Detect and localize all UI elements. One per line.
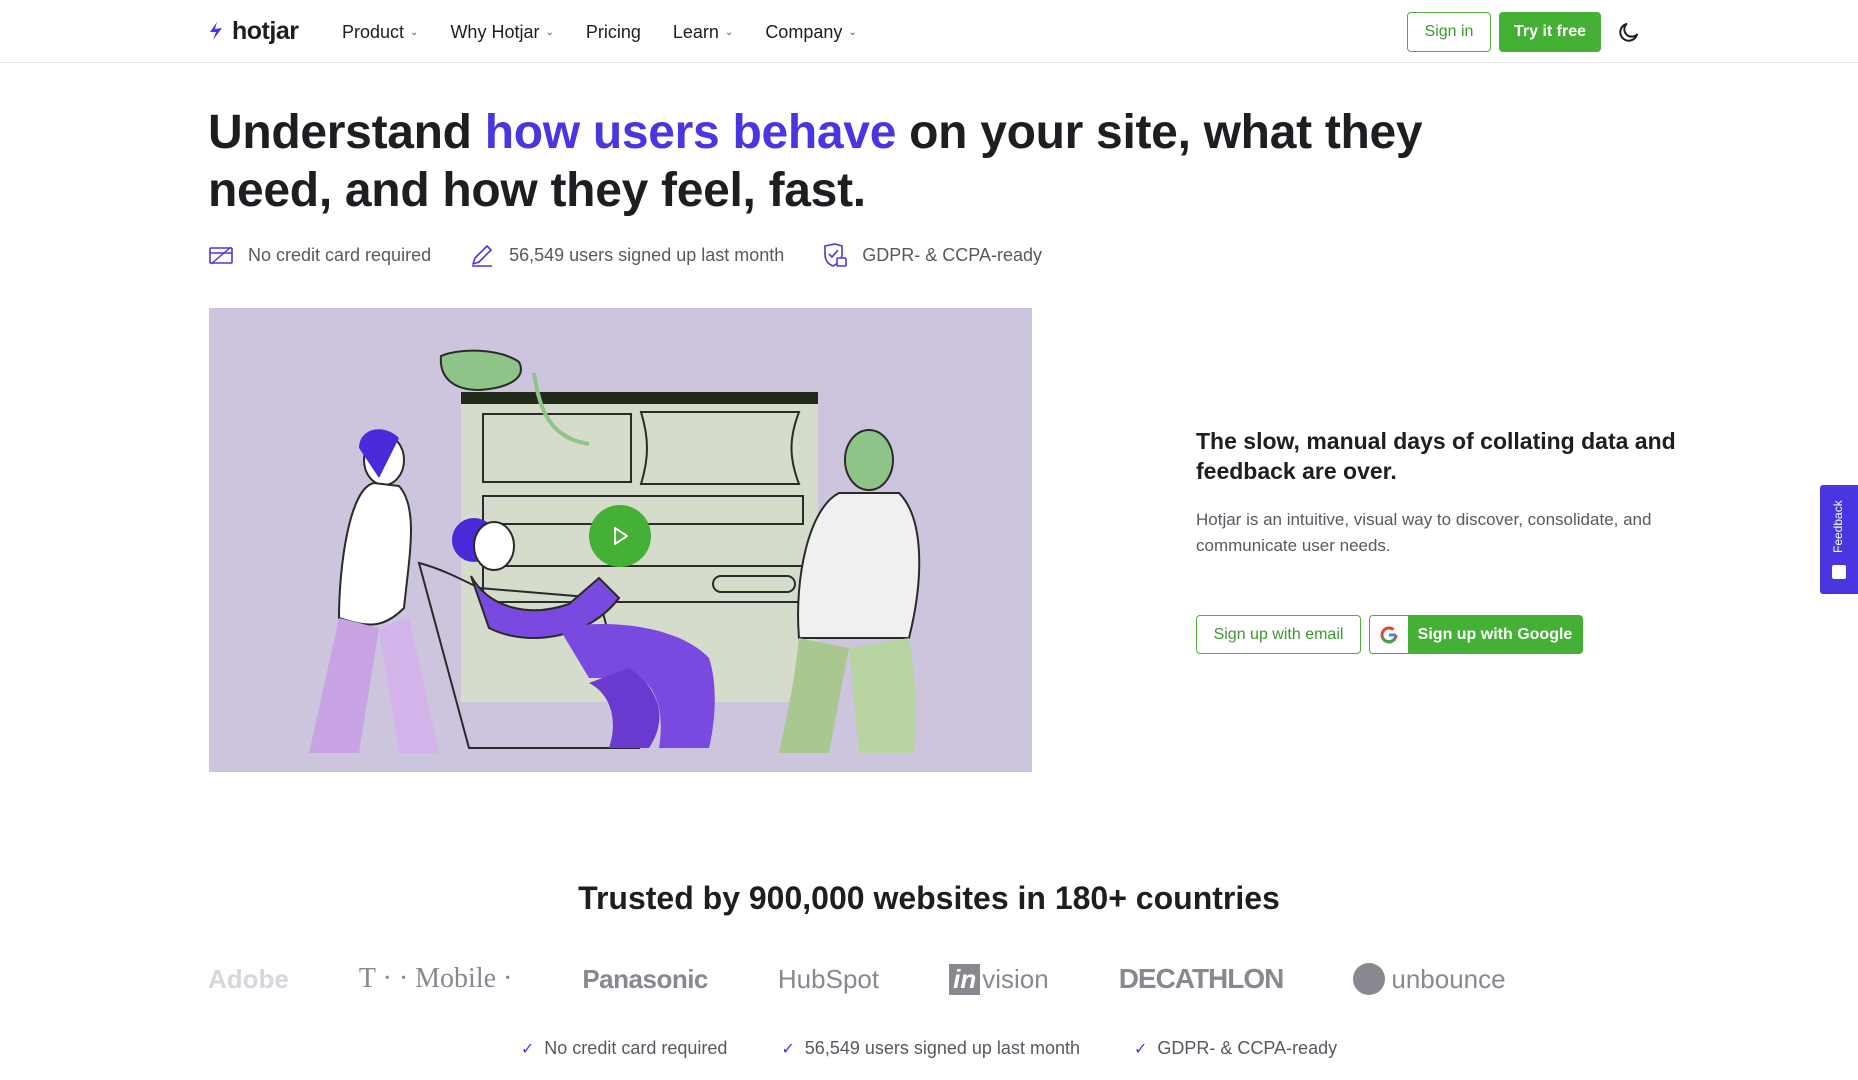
feature-no-credit-card: No credit card required	[208, 242, 431, 268]
decathlon-logo: DECATHLON	[1118, 963, 1285, 994]
unbounce-wordmark: unbounce	[1391, 963, 1506, 994]
pitch-description: Hotjar is an intuitive, visual way to di…	[1196, 510, 1652, 555]
shield-lock-icon	[824, 243, 848, 267]
hero-features: No credit card required 56,549 users sig…	[208, 242, 1080, 268]
nav-item-pricing[interactable]: Pricing	[586, 20, 641, 44]
sign-in-button[interactable]: Sign in	[1407, 12, 1491, 52]
unbounce-icon	[1353, 963, 1386, 995]
nav-item-label: Product	[342, 21, 405, 42]
check-icon: ✓	[781, 1040, 795, 1058]
pitch-title: The slow, manual days of collating data …	[1196, 428, 1676, 484]
sign-up-google-button[interactable]: Sign up with Google	[1369, 615, 1583, 654]
play-icon	[614, 527, 628, 545]
nav-item-label: Company	[765, 21, 843, 42]
check-item: ✓ No credit card required	[521, 1038, 728, 1059]
chevron-down-icon: ⌄	[545, 26, 554, 38]
moon-icon[interactable]	[1617, 20, 1641, 44]
adobe-logo: Adobe	[208, 963, 289, 994]
panasonic-logo: Panasonic	[582, 963, 708, 994]
chevron-down-icon: ⌄	[410, 26, 419, 38]
check-item: ✓ 56,549 users signed up last month	[781, 1038, 1080, 1059]
check-icon: ✓	[1133, 1040, 1148, 1058]
trust-checks: ✓ No credit card required ✓ 56,549 users…	[0, 1038, 1858, 1059]
check-item: ✓ GDPR- & CCPA-ready	[1134, 1038, 1337, 1059]
hero-title-accent: how users behave	[484, 106, 897, 159]
check-label: GDPR- & CCPA-ready	[1157, 1038, 1338, 1058]
google-icon	[1380, 625, 1398, 643]
check-icon: ✓	[520, 1040, 535, 1058]
chevron-down-icon: ⌄	[724, 26, 734, 38]
feature-label: 56,549 users signed up last month	[509, 244, 785, 265]
chevron-down-icon: ⌄	[848, 26, 857, 38]
feature-users-signed-up: 56,549 users signed up last month	[469, 242, 784, 268]
hero-title-part: Understand	[208, 106, 485, 159]
invision-mark: in	[949, 963, 981, 995]
pencil-icon	[472, 245, 493, 267]
feature-label: No credit card required	[248, 244, 432, 265]
logo-text: hotjar	[232, 16, 299, 45]
customer-logos: Adobe T · · Mobile · Panasonic HubSpot i…	[208, 955, 1650, 1003]
hubspot-logo: HubSpot	[777, 963, 880, 994]
nav-item-company[interactable]: Company ⌄	[765, 20, 856, 44]
sign-up-email-button[interactable]: Sign up with email	[1196, 615, 1361, 654]
top-navigation: hotjar Product ⌄ Why Hotjar ⌄ Pricing Le…	[0, 0, 1858, 63]
nav-item-label: Learn	[672, 21, 719, 42]
feedback-label: Feedback	[1831, 500, 1845, 554]
nav-item-learn[interactable]: Learn ⌄	[673, 20, 733, 44]
hotjar-logo-icon	[210, 22, 222, 40]
play-button[interactable]	[589, 505, 651, 567]
feedback-tab[interactable]: Feedback	[1820, 485, 1858, 594]
invision-wordmark: vision	[982, 963, 1049, 994]
nav-item-label: Pricing	[585, 21, 641, 42]
nav-item-product[interactable]: Product ⌄	[342, 20, 418, 44]
main-menu: Product ⌄ Why Hotjar ⌄ Pricing Learn ⌄ C…	[342, 20, 889, 44]
feedback-icon	[1832, 565, 1846, 579]
trust-title: Trusted by 900,000 websites in 180+ coun…	[578, 880, 1280, 916]
credit-card-icon	[209, 246, 233, 265]
feature-gdpr: GDPR- & CCPA-ready	[822, 242, 1042, 268]
invision-logo: in vision	[949, 963, 1049, 995]
nav-item-why-hotjar[interactable]: Why Hotjar ⌄	[450, 20, 553, 44]
hotjar-logo[interactable]: hotjar	[208, 16, 299, 46]
try-it-free-button[interactable]: Try it free	[1499, 12, 1601, 52]
hero-title: Understand how users behave on your site…	[208, 104, 1458, 220]
google-button-label: Sign up with Google	[1417, 625, 1573, 643]
unbounce-logo: unbounce	[1353, 963, 1506, 995]
t-mobile-logo: T · · Mobile ·	[358, 963, 513, 994]
google-icon-box	[1370, 616, 1408, 653]
check-label: 56,549 users signed up last month	[804, 1038, 1080, 1058]
hero-video[interactable]	[209, 308, 1032, 772]
check-label: No credit card required	[544, 1038, 728, 1058]
nav-item-label: Why Hotjar	[450, 21, 540, 42]
feature-label: GDPR- & CCPA-ready	[862, 244, 1042, 265]
